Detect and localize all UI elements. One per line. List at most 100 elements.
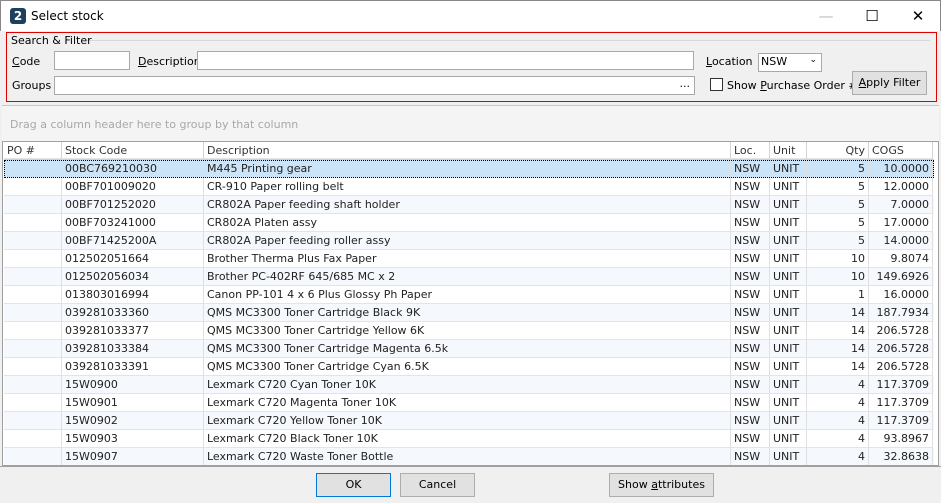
cell-po xyxy=(4,160,62,178)
cell-unit: UNIT xyxy=(770,268,807,286)
cell-qty: 14 xyxy=(807,358,869,376)
cell-unit: UNIT xyxy=(770,286,807,304)
cancel-button[interactable]: Cancel xyxy=(400,473,475,497)
table-row[interactable]: 00BC769210030 M445 Printing gear NSW UNIT 5 1… xyxy=(4,160,934,178)
ok-button[interactable]: OK xyxy=(316,473,391,497)
cell-description: Lexmark C720 Cyan Toner 10K xyxy=(204,376,731,394)
filter-legend: Search & Filter xyxy=(11,34,92,47)
table-row[interactable]: 00BF71425200A CR802A Paper feeding roller… xyxy=(4,232,934,250)
cell-description: Brother PC-402RF 645/685 MC x 2 xyxy=(204,268,731,286)
cell-description: QMS MC3300 Toner Cartridge Yellow 6K xyxy=(204,322,731,340)
cell-location: NSW xyxy=(731,358,770,376)
cell-qty: 14 xyxy=(807,340,869,358)
cell-description: Brother Therma Plus Fax Paper xyxy=(204,250,731,268)
cell-stock-code: 00BF701009020 xyxy=(62,178,204,196)
cell-stock-code: 013803016994 xyxy=(62,286,204,304)
cell-cogs: 117.3709 xyxy=(869,394,933,412)
group-by-panel[interactable]: Drag a column header here to group by th… xyxy=(2,105,939,141)
description-label: Description xyxy=(138,55,201,68)
cell-po xyxy=(4,448,62,465)
cell-qty: 5 xyxy=(807,160,869,178)
table-row[interactable]: 039281033360 QMS MC3300 Toner Cartridge B… xyxy=(4,304,934,322)
show-attributes-button[interactable]: Show attributes xyxy=(609,473,714,497)
minimize-button[interactable]: — xyxy=(806,5,846,27)
cell-description: Lexmark C720 Yellow Toner 10K xyxy=(204,412,731,430)
cell-cogs: 206.5728 xyxy=(869,340,933,358)
cell-cogs: 93.8967 xyxy=(869,430,933,448)
cell-description: Lexmark C720 Waste Toner Bottle xyxy=(204,448,731,465)
divider xyxy=(87,40,930,41)
cell-qty: 5 xyxy=(807,232,869,250)
group-panel-hint: Drag a column header here to group by th… xyxy=(10,118,299,131)
table-row[interactable]: 15W0907 Lexmark C720 Waste Toner Bottle NS… xyxy=(4,448,934,465)
ellipsis-button[interactable]: ... xyxy=(680,77,691,90)
table-row[interactable]: 00BF703241000 CR802A Platen assy NSW UNIT 5 1… xyxy=(4,214,934,232)
table-row[interactable]: 15W0903 Lexmark C720 Black Toner 10K NSW UN… xyxy=(4,430,934,448)
table-row[interactable]: 039281033384 QMS MC3300 Toner Cartridge M… xyxy=(4,340,934,358)
cell-description: Lexmark C720 Magenta Toner 10K xyxy=(204,394,731,412)
cell-po xyxy=(4,412,62,430)
table-row[interactable]: 00BF701009020 CR-910 Paper rolling belt NS… xyxy=(4,178,934,196)
cell-unit: UNIT xyxy=(770,304,807,322)
cell-location: NSW xyxy=(731,196,770,214)
cell-po xyxy=(4,340,62,358)
cell-description: M445 Printing gear xyxy=(204,160,731,178)
cell-location: NSW xyxy=(731,322,770,340)
cell-description: Lexmark C720 Black Toner 10K xyxy=(204,430,731,448)
column-header-description[interactable]: Description xyxy=(204,142,731,159)
table-row[interactable]: 15W0902 Lexmark C720 Yellow Toner 10K NSW U… xyxy=(4,412,934,430)
cell-location: NSW xyxy=(731,178,770,196)
cell-unit: UNIT xyxy=(770,322,807,340)
table-row[interactable]: 013803016994 Canon PP-101 4 x 6 Plus Glos… xyxy=(4,286,934,304)
dialog-footer: OK Cancel Show attributes xyxy=(0,466,941,503)
cell-qty: 10 xyxy=(807,268,869,286)
cell-unit: UNIT xyxy=(770,160,807,178)
window-title: Select stock xyxy=(31,9,104,23)
table-row[interactable]: 15W0901 Lexmark C720 Magenta Toner 10K NSW… xyxy=(4,394,934,412)
column-header-po[interactable]: PO # xyxy=(4,142,62,159)
cell-unit: UNIT xyxy=(770,448,807,465)
cell-cogs: 206.5728 xyxy=(869,322,933,340)
description-input[interactable] xyxy=(197,51,694,70)
cell-po xyxy=(4,304,62,322)
cell-stock-code: 039281033360 xyxy=(62,304,204,322)
cell-description: QMS MC3300 Toner Cartridge Cyan 6.5K xyxy=(204,358,731,376)
close-button[interactable]: ✕ xyxy=(898,5,938,27)
column-header-qty[interactable]: Qty xyxy=(807,142,869,159)
cell-location: NSW xyxy=(731,250,770,268)
cell-qty: 1 xyxy=(807,286,869,304)
column-header-cogs[interactable]: COGS xyxy=(869,142,933,159)
cell-cogs: 10.0000 xyxy=(869,160,933,178)
show-po-checkbox[interactable] xyxy=(710,78,723,91)
cell-qty: 4 xyxy=(807,412,869,430)
cell-cogs: 9.8074 xyxy=(869,250,933,268)
groups-input[interactable]: ... xyxy=(54,76,695,95)
cell-qty: 4 xyxy=(807,430,869,448)
table-row[interactable]: 00BF701252020 CR802A Paper feeding shaft … xyxy=(4,196,934,214)
cell-cogs: 16.0000 xyxy=(869,286,933,304)
table-row[interactable]: 012502051664 Brother Therma Plus Fax Pape… xyxy=(4,250,934,268)
table-row[interactable]: 15W0900 Lexmark C720 Cyan Toner 10K NSW UNI… xyxy=(4,376,934,394)
code-input[interactable] xyxy=(54,51,130,70)
cell-stock-code: 15W0902 xyxy=(62,412,204,430)
cell-stock-code: 00BF703241000 xyxy=(62,214,204,232)
title-bar: 2 Select stock — ☐ ✕ xyxy=(0,0,941,31)
table-row[interactable]: 039281033377 QMS MC3300 Toner Cartridge Y… xyxy=(4,322,934,340)
location-label: Location xyxy=(706,55,753,68)
column-header-stock-code[interactable]: Stock Code xyxy=(62,142,204,159)
apply-filter-button[interactable]: Apply Filter xyxy=(852,71,927,95)
cell-po xyxy=(4,286,62,304)
cell-location: NSW xyxy=(731,304,770,322)
table-row[interactable]: 012502056034 Brother PC-402RF 645/685 MC … xyxy=(4,268,934,286)
table-row[interactable]: 039281033391 QMS MC3300 Toner Cartridge C… xyxy=(4,358,934,376)
maximize-button[interactable]: ☐ xyxy=(852,5,892,27)
groups-label: Groups xyxy=(12,79,52,92)
location-select[interactable]: NSW ⌄ xyxy=(758,53,822,72)
cell-location: NSW xyxy=(731,412,770,430)
column-header-unit[interactable]: Unit xyxy=(770,142,807,159)
column-header-location[interactable]: Loc. xyxy=(731,142,770,159)
cell-unit: UNIT xyxy=(770,376,807,394)
cell-qty: 5 xyxy=(807,196,869,214)
cell-location: NSW xyxy=(731,160,770,178)
cell-unit: UNIT xyxy=(770,358,807,376)
